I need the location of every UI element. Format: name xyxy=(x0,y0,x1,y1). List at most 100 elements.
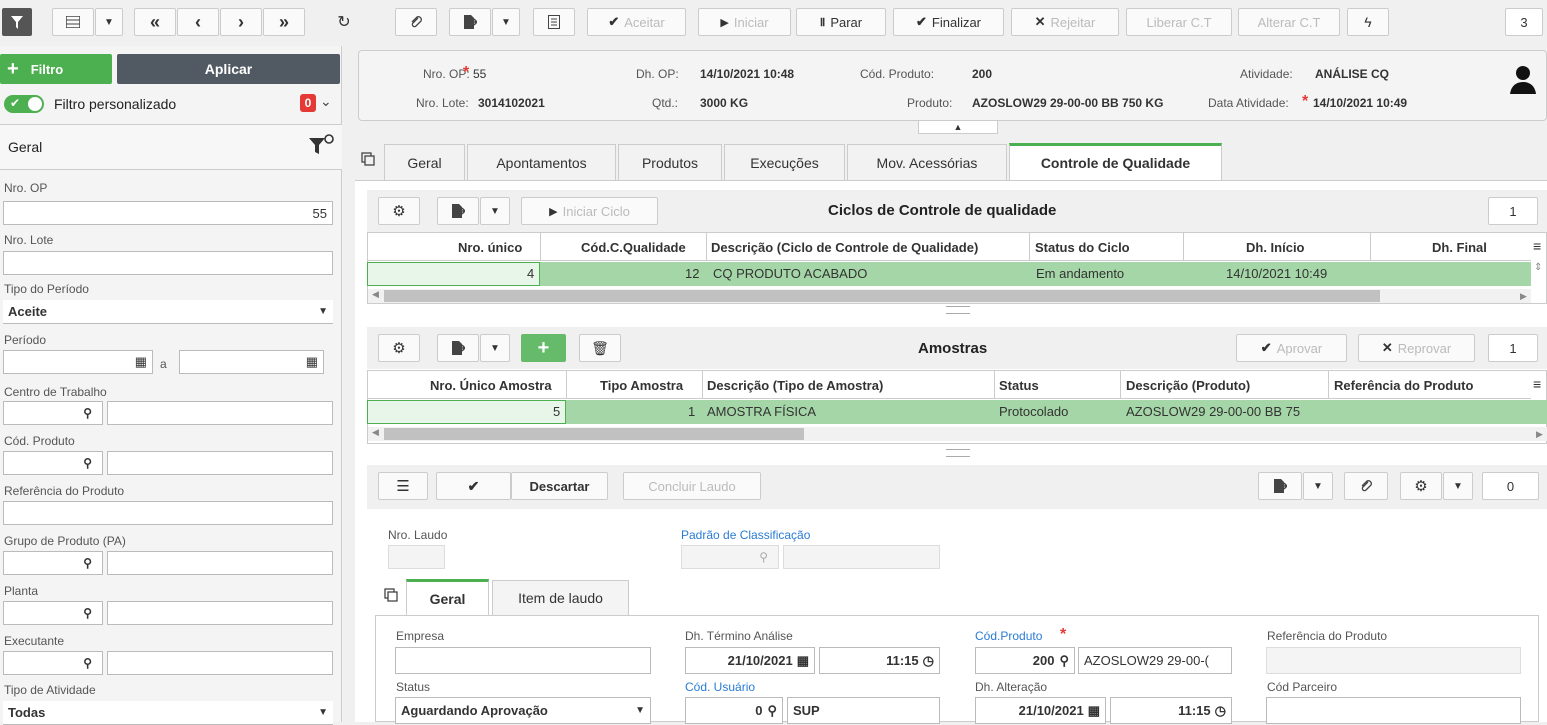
dh-termino-time-input[interactable]: 11:15 ◷ xyxy=(819,647,940,674)
laudo-export-button[interactable] xyxy=(1258,472,1302,500)
periodo-end-input[interactable]: ▦ xyxy=(179,350,324,374)
scroll-thumb[interactable] xyxy=(384,290,1380,302)
amostras-add-button[interactable]: + xyxy=(521,334,566,362)
descartar-button[interactable]: Descartar xyxy=(511,472,608,500)
previous-record-button[interactable]: ‹ xyxy=(177,8,219,36)
selected-cell[interactable] xyxy=(367,262,540,286)
laudo-settings-button[interactable]: ⚙ xyxy=(1400,472,1442,500)
cod-usuario-input[interactable]: 0 ⚲ xyxy=(685,697,783,724)
scroll-left-arrow[interactable]: ◀ xyxy=(372,427,379,438)
iniciar-button[interactable]: ▶ Iniciar xyxy=(698,8,791,36)
liberar-ct-button[interactable]: Liberar C.T xyxy=(1126,8,1232,36)
last-record-button[interactable]: » xyxy=(263,8,305,36)
search-icon[interactable]: ⚲ xyxy=(759,550,768,564)
amostras-col-status[interactable]: Status xyxy=(999,378,1039,393)
planta-code-input[interactable]: ⚲ xyxy=(3,601,103,625)
copy-icon[interactable] xyxy=(384,588,398,605)
planta-desc-input[interactable] xyxy=(107,601,333,625)
search-icon[interactable]: ⚲ xyxy=(767,703,777,719)
laudo-save-button[interactable]: ✔ xyxy=(436,472,511,500)
dh-alteracao-date-input[interactable]: 21/10/2021 ▦ xyxy=(975,697,1106,724)
produto-desc-input[interactable]: AZOSLOW29 29-00-( xyxy=(1078,647,1232,674)
ciclos-export-dropdown[interactable]: ▼ xyxy=(480,197,510,225)
aprovar-button[interactable]: ✔ Aprovar xyxy=(1236,334,1347,362)
dh-termino-date-input[interactable]: 21/10/2021 ▦ xyxy=(685,647,815,674)
export-dropdown-button[interactable]: ▼ xyxy=(492,8,520,36)
calendar-icon[interactable]: ▦ xyxy=(1088,703,1100,719)
scroll-thumb[interactable] xyxy=(384,428,804,440)
resize-handle[interactable] xyxy=(946,306,970,314)
search-icon[interactable]: ⚲ xyxy=(83,406,92,420)
tab-mov-acessorias[interactable]: Mov. Acessórias xyxy=(847,144,1007,180)
grid-view-button[interactable] xyxy=(52,8,94,36)
report-button[interactable] xyxy=(533,8,575,36)
filter-toggle-button[interactable] xyxy=(2,8,32,36)
column-menu-icon[interactable]: ≡ xyxy=(1533,376,1541,392)
search-icon[interactable]: ⚲ xyxy=(83,556,92,570)
grupo-produto-code-input[interactable]: ⚲ xyxy=(3,551,103,575)
amostras-export-button[interactable] xyxy=(437,334,479,362)
aplicar-button[interactable]: Aplicar xyxy=(117,54,340,84)
grid-view-dropdown-button[interactable]: ▼ xyxy=(95,8,123,36)
cod-parceiro-input[interactable] xyxy=(1266,697,1521,724)
search-icon[interactable]: ⚲ xyxy=(83,456,92,470)
column-menu-icon[interactable]: ≡ xyxy=(1533,238,1541,254)
ciclos-settings-button[interactable]: ⚙ xyxy=(378,197,420,225)
calendar-icon[interactable]: ▦ xyxy=(797,653,809,669)
amostras-delete-button[interactable]: 🗑 xyxy=(579,334,621,362)
resize-handle[interactable] xyxy=(946,449,970,457)
empresa-input[interactable] xyxy=(395,647,651,674)
export-button[interactable] xyxy=(449,8,491,36)
centro-trabalho-code-input[interactable]: ⚲ xyxy=(3,401,103,425)
amostras-export-dropdown[interactable]: ▼ xyxy=(480,334,510,362)
calendar-icon[interactable]: ▦ xyxy=(306,354,318,370)
cod-produto-desc-input[interactable] xyxy=(107,451,333,475)
filtro-button[interactable]: + Filtro xyxy=(0,54,112,84)
attach-button[interactable] xyxy=(395,8,437,36)
aceitar-button[interactable]: ✔ Aceitar xyxy=(587,8,686,36)
tab-apontamentos[interactable]: Apontamentos xyxy=(467,144,616,180)
collapse-header-button[interactable]: ▲ xyxy=(918,120,998,134)
tab-geral[interactable]: Geral xyxy=(384,144,465,180)
cod-produto-code-input[interactable]: ⚲ xyxy=(3,451,103,475)
tipo-periodo-select[interactable]: Aceite ▼ xyxy=(3,300,333,324)
status-select[interactable]: Aguardando Aprovação ▼ xyxy=(395,697,651,724)
ciclos-col-cod-qualidade[interactable]: Cód.C.Qualidade xyxy=(581,240,686,255)
ref-produto-input[interactable] xyxy=(3,501,333,525)
clock-icon[interactable]: ◷ xyxy=(1215,703,1226,719)
usuario-input[interactable]: SUP xyxy=(787,697,940,724)
centro-trabalho-desc-input[interactable] xyxy=(107,401,333,425)
amostras-col-ref-produto[interactable]: Referência do Produto xyxy=(1334,378,1473,393)
search-icon[interactable]: ⚲ xyxy=(83,656,92,670)
laudo-export-dropdown[interactable]: ▼ xyxy=(1303,472,1333,500)
tab-controle-qualidade[interactable]: Controle de Qualidade xyxy=(1009,143,1222,180)
periodo-start-input[interactable]: ▦ xyxy=(3,350,153,374)
ciclos-export-button[interactable] xyxy=(437,197,479,225)
clock-icon[interactable]: ◷ xyxy=(923,653,934,669)
calendar-icon[interactable]: ▦ xyxy=(135,354,147,370)
chevron-down-icon[interactable]: ⌄ xyxy=(320,93,332,110)
rejeitar-button[interactable]: ✕ Rejeitar xyxy=(1011,8,1119,36)
tab-execucoes[interactable]: Execuções xyxy=(724,144,845,180)
user-avatar-icon[interactable] xyxy=(1508,64,1538,97)
reprovar-button[interactable]: ✕ Reprovar xyxy=(1358,334,1475,362)
concluir-laudo-button[interactable]: Concluir Laudo xyxy=(623,472,761,500)
ciclos-col-status[interactable]: Status do Ciclo xyxy=(1035,240,1130,255)
amostras-col-descricao[interactable]: Descrição (Tipo de Amostra) xyxy=(707,378,883,393)
grupo-produto-desc-input[interactable] xyxy=(107,551,333,575)
parar-button[interactable]: Ⅱ Parar xyxy=(796,8,886,36)
cod-produto-input[interactable]: 200 ⚲ xyxy=(975,647,1075,674)
iniciar-ciclo-button[interactable]: ▶ Iniciar Ciclo xyxy=(521,197,658,225)
dh-alteracao-time-input[interactable]: 11:15 ◷ xyxy=(1110,697,1232,724)
amostras-col-desc-produto[interactable]: Descrição (Produto) xyxy=(1126,378,1250,393)
finalizar-button[interactable]: ✔ Finalizar xyxy=(893,8,1004,36)
scroll-right-arrow[interactable]: ▶ xyxy=(1536,429,1543,440)
scroll-right-arrow[interactable]: ▶ xyxy=(1520,291,1527,302)
laudo-settings-dropdown[interactable]: ▼ xyxy=(1443,472,1473,500)
amostras-col-tipo[interactable]: Tipo Amostra xyxy=(600,378,683,393)
first-record-button[interactable]: « xyxy=(134,8,176,36)
tipo-atividade-select[interactable]: Todas ▼ xyxy=(3,701,333,725)
ciclos-col-descricao[interactable]: Descrição (Ciclo de Controle de Qualidad… xyxy=(711,240,978,255)
vertical-scroll-arrows[interactable]: ⇕ xyxy=(1534,262,1542,273)
nro-lote-input[interactable] xyxy=(3,251,333,275)
